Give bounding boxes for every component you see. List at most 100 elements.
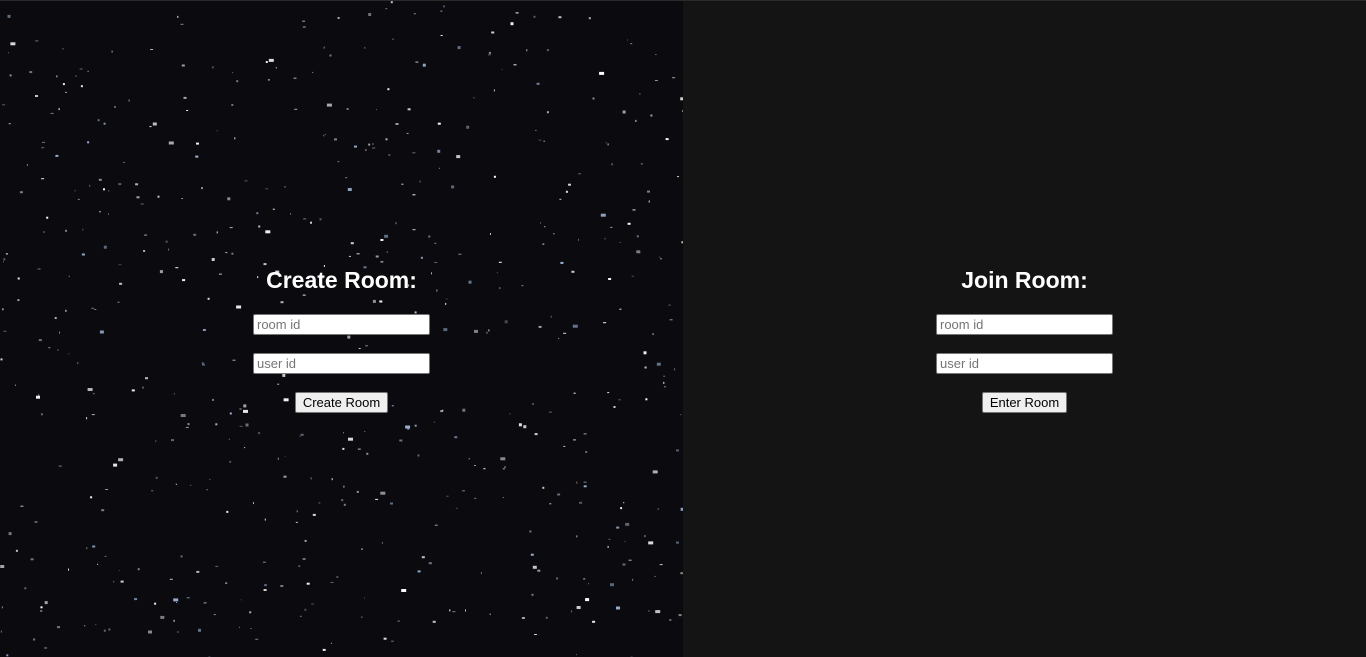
star [583, 481, 587, 483]
star [256, 212, 259, 215]
star [216, 130, 218, 132]
star [652, 470, 658, 474]
star [82, 228, 84, 231]
star [643, 535, 646, 538]
star [337, 17, 340, 19]
star [113, 581, 115, 583]
star [283, 475, 287, 478]
star [91, 414, 95, 416]
star [40, 606, 43, 609]
star [542, 243, 545, 245]
star [573, 439, 576, 441]
star [387, 88, 390, 91]
star [533, 15, 536, 18]
star [120, 580, 124, 583]
star [86, 547, 88, 550]
star [357, 448, 361, 450]
star [198, 628, 201, 632]
star [105, 489, 109, 490]
star [677, 176, 679, 178]
star [41, 178, 45, 180]
star [236, 80, 239, 83]
star [265, 61, 268, 63]
star [135, 183, 139, 186]
star [331, 478, 333, 481]
star [41, 147, 45, 149]
star [438, 167, 440, 169]
join-room-id-input[interactable] [936, 314, 1113, 335]
star [648, 610, 650, 612]
star [108, 213, 109, 215]
star [336, 576, 339, 578]
star [35, 95, 38, 97]
star [293, 77, 297, 79]
star [3, 258, 6, 261]
star [40, 413, 43, 416]
star [187, 423, 190, 426]
star [397, 620, 400, 622]
star [304, 608, 307, 611]
star [376, 109, 377, 111]
star [103, 245, 107, 249]
star [490, 233, 491, 235]
star [101, 509, 105, 512]
star [414, 424, 417, 427]
star [171, 439, 174, 442]
star [455, 507, 458, 509]
star [2, 104, 6, 106]
star [196, 570, 200, 573]
star [434, 262, 438, 263]
star [294, 108, 298, 110]
star [104, 555, 107, 557]
star [103, 188, 105, 191]
star [262, 561, 266, 563]
star [632, 578, 634, 581]
star [532, 565, 537, 569]
star [165, 240, 168, 243]
star [216, 231, 218, 234]
star [456, 155, 461, 159]
join-user-id-input[interactable] [936, 353, 1113, 374]
star [300, 433, 304, 436]
star [583, 485, 587, 488]
star [255, 638, 259, 640]
star [250, 628, 252, 629]
star [364, 47, 366, 49]
star [627, 222, 631, 225]
star [310, 477, 312, 480]
star [168, 248, 170, 251]
star [144, 234, 148, 236]
join-room-form: Join Room: Enter Room [683, 265, 1366, 413]
star [155, 476, 158, 479]
star [342, 447, 345, 450]
star [489, 613, 491, 615]
star [465, 609, 466, 612]
star [640, 163, 643, 165]
star [473, 97, 475, 99]
star [509, 413, 511, 415]
star [264, 518, 266, 521]
star [610, 583, 614, 587]
star [501, 69, 503, 70]
star [466, 125, 470, 129]
star [290, 213, 292, 215]
star [30, 558, 34, 561]
create-user-id-input[interactable] [253, 353, 430, 374]
star [303, 218, 307, 220]
star [375, 498, 379, 500]
star [334, 138, 337, 141]
star [600, 213, 606, 217]
star [375, 255, 379, 258]
star [240, 599, 242, 601]
star [323, 46, 325, 49]
star [437, 122, 441, 125]
star [639, 93, 641, 95]
star [401, 183, 404, 185]
star [258, 225, 261, 228]
star [655, 610, 661, 614]
create-room-button[interactable]: Create Room [294, 392, 389, 413]
star [605, 142, 607, 144]
enter-room-button[interactable]: Enter Room [981, 392, 1068, 413]
create-room-id-input[interactable] [253, 314, 430, 335]
star [57, 626, 60, 629]
